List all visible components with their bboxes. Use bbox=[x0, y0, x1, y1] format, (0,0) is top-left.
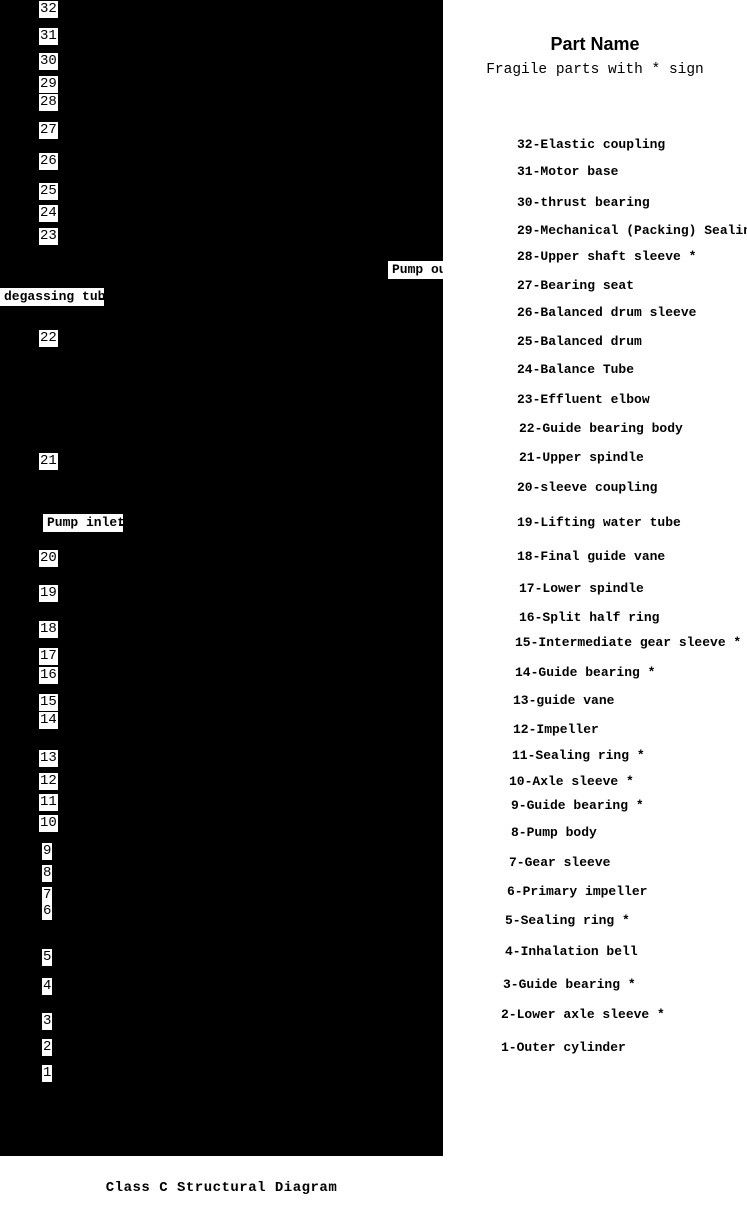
leader-label-degassing-tube: degassing tube bbox=[0, 288, 113, 306]
part-callout-7: 7 bbox=[42, 887, 53, 904]
part-callout-14: 14 bbox=[39, 712, 58, 729]
legend-item: 29-Mechanical (Packing) Sealing bbox=[517, 223, 747, 238]
diagram-caption: Class C Structural Diagram bbox=[105, 1180, 338, 1196]
legend-item: 22-Guide bearing body bbox=[519, 421, 683, 436]
part-callout-5: 5 bbox=[42, 949, 53, 966]
legend-item: 15-Intermediate gear sleeve * bbox=[515, 635, 742, 650]
legend-item: 28-Upper shaft sleeve * bbox=[517, 249, 697, 264]
legend-item: 5-Sealing ring * bbox=[505, 913, 630, 928]
legend-item: 25-Balanced drum bbox=[517, 334, 642, 349]
legend-item: 8-Pump body bbox=[511, 825, 597, 840]
legend-item: 7-Gear sleeve bbox=[509, 855, 611, 870]
legend-item-list: 32-Elastic coupling 31-Motor base 30-thrus… bbox=[443, 0, 747, 1210]
leader-pointer-icon bbox=[119, 524, 126, 526]
legend-item: 13-guide vane bbox=[513, 693, 615, 708]
part-callout-29: 29 bbox=[39, 76, 58, 93]
part-callout-12: 12 bbox=[39, 773, 58, 790]
legend-item: 32-Elastic coupling bbox=[517, 137, 666, 152]
legend-item: 4-Inhalation bell bbox=[505, 944, 638, 959]
part-callout-28: 28 bbox=[39, 94, 58, 111]
part-callout-11: 11 bbox=[39, 794, 58, 811]
part-callout-9: 9 bbox=[42, 843, 53, 860]
legend-item: 14-Guide bearing * bbox=[515, 665, 656, 680]
part-callout-16: 16 bbox=[39, 667, 58, 684]
part-callout-32: 32 bbox=[39, 1, 58, 18]
legend-item: 1-Outer cylinder bbox=[501, 1040, 626, 1055]
part-callout-31: 31 bbox=[39, 28, 58, 45]
legend-item: 2-Lower axle sleeve * bbox=[501, 1007, 665, 1022]
legend-item: 26-Balanced drum sleeve bbox=[517, 305, 697, 320]
leader-pointer-icon bbox=[100, 298, 107, 300]
legend-item: 23-Effluent elbow bbox=[517, 392, 650, 407]
part-callout-18: 18 bbox=[39, 621, 58, 638]
part-callout-19: 19 bbox=[39, 585, 58, 602]
part-callout-30: 30 bbox=[39, 53, 58, 70]
legend-item: 27-Bearing seat bbox=[517, 278, 635, 293]
legend-item: 12-Impeller bbox=[513, 722, 599, 737]
part-name-legend: Part Name Fragile parts with * sign 32-E… bbox=[443, 0, 747, 1210]
legend-item: 16-Split half ring bbox=[519, 610, 660, 625]
part-callout-8: 8 bbox=[42, 865, 53, 882]
part-callout-6: 6 bbox=[42, 903, 53, 920]
legend-item: 30-thrust bearing bbox=[517, 195, 650, 210]
legend-item: 19-Lifting water tube bbox=[517, 515, 681, 530]
part-callout-20: 20 bbox=[39, 550, 58, 567]
legend-item: 18-Final guide vane bbox=[517, 549, 666, 564]
part-callout-21: 21 bbox=[39, 453, 58, 470]
legend-item: 11-Sealing ring * bbox=[512, 748, 645, 763]
legend-item: 6-Primary impeller bbox=[507, 884, 648, 899]
leader-label-pump-outlet: Pump outlet bbox=[388, 261, 443, 279]
legend-item: 31-Motor base bbox=[517, 164, 619, 179]
part-callout-26: 26 bbox=[39, 153, 58, 170]
legend-item: 10-Axle sleeve * bbox=[509, 774, 634, 789]
legend-item: 9-Guide bearing * bbox=[511, 798, 644, 813]
part-callout-4: 4 bbox=[42, 978, 53, 995]
part-callout-23: 23 bbox=[39, 228, 58, 245]
part-callout-22: 22 bbox=[39, 330, 58, 347]
leader-label-pump-inlet: Pump inlet bbox=[43, 514, 125, 532]
part-callout-2: 2 bbox=[42, 1039, 53, 1056]
part-callout-1: 1 bbox=[42, 1065, 53, 1082]
legend-item: 24-Balance Tube bbox=[517, 362, 635, 377]
part-callout-10: 10 bbox=[39, 815, 58, 832]
legend-item: 20-sleeve coupling bbox=[517, 480, 658, 495]
legend-item: 21-Upper spindle bbox=[519, 450, 644, 465]
part-callout-13: 13 bbox=[39, 750, 58, 767]
part-callout-17: 17 bbox=[39, 648, 58, 665]
part-callout-24: 24 bbox=[39, 205, 58, 222]
legend-item: 3-Guide bearing * bbox=[503, 977, 636, 992]
part-callout-27: 27 bbox=[39, 122, 58, 139]
part-callout-15: 15 bbox=[39, 694, 58, 711]
part-callout-3: 3 bbox=[42, 1013, 53, 1030]
part-callout-25: 25 bbox=[39, 183, 58, 200]
pump-structural-diagram: 32 31 30 29 28 27 26 25 24 23 22 21 20 19 18 17 16 15 14 13… bbox=[0, 0, 443, 1156]
legend-item: 17-Lower spindle bbox=[519, 581, 644, 596]
